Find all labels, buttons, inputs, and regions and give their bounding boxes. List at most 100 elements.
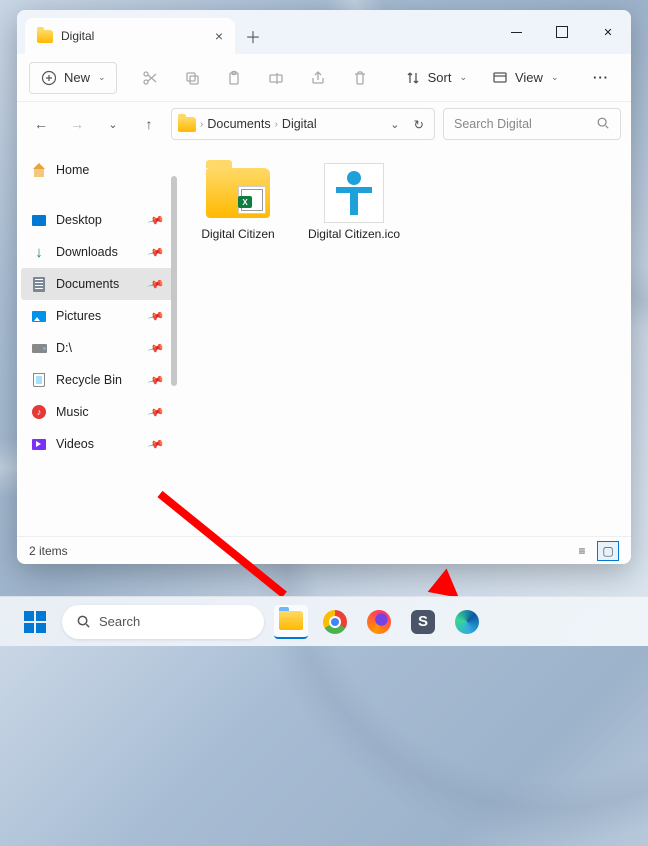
pin-icon: 📌: [147, 403, 165, 421]
pin-icon: 📌: [147, 211, 165, 229]
copy-button[interactable]: [173, 62, 211, 94]
downloads-icon: ↓: [31, 244, 47, 260]
sort-button[interactable]: Sort ⌄: [394, 62, 477, 94]
back-button[interactable]: ←: [27, 110, 55, 138]
file-explorer-window: Digital × ＋ ✕ New ⌄ Sort ⌄: [17, 10, 631, 564]
chevron-down-icon: ⌄: [459, 72, 467, 83]
chevron-down-icon: ⌄: [98, 72, 106, 83]
trash-icon: [351, 69, 369, 87]
close-window-button[interactable]: ✕: [585, 10, 631, 54]
taskbar-edge[interactable]: [450, 605, 484, 639]
ico-file-icon: [318, 164, 390, 222]
paste-button[interactable]: [215, 62, 253, 94]
sort-label: Sort: [428, 70, 452, 85]
view-mode-buttons: ≡ ▢: [571, 541, 619, 561]
sidebar-item-documents[interactable]: Documents 📌: [21, 268, 173, 300]
folder-icon: [178, 117, 196, 132]
sort-icon: [404, 69, 422, 87]
refresh-button[interactable]: ↻: [410, 117, 428, 132]
address-bar[interactable]: › Documents › Digital ⌄ ↻: [171, 108, 435, 140]
scrollbar[interactable]: [171, 176, 177, 386]
pin-icon: 📌: [147, 371, 165, 389]
sidebar-item-downloads[interactable]: ↓ Downloads 📌: [21, 236, 173, 268]
view-button[interactable]: View ⌄: [481, 62, 569, 94]
pin-icon: 📌: [147, 435, 165, 453]
tab-digital[interactable]: Digital ×: [25, 18, 235, 54]
titlebar: Digital × ＋ ✕: [17, 10, 631, 54]
pin-icon: 📌: [147, 243, 165, 261]
music-icon: ♪: [31, 404, 47, 420]
taskbar-search[interactable]: Search: [62, 605, 264, 639]
start-button[interactable]: [18, 605, 52, 639]
sidebar-item-label: Home: [56, 163, 89, 177]
home-icon: [31, 162, 47, 178]
view-icon: [491, 69, 509, 87]
maximize-button[interactable]: [539, 10, 585, 54]
copy-icon: [183, 69, 201, 87]
delete-button[interactable]: [341, 62, 379, 94]
file-pane[interactable]: X Digital Citizen Digital Citizen.ico: [177, 146, 631, 536]
firefox-icon: [367, 610, 391, 634]
drive-icon: [31, 340, 47, 356]
sidebar-item-drive-d[interactable]: D:\ 📌: [21, 332, 173, 364]
address-dropdown[interactable]: ⌄: [384, 118, 405, 131]
breadcrumb-documents[interactable]: Documents: [207, 117, 270, 131]
tab-title: Digital: [61, 29, 207, 43]
new-tab-button[interactable]: ＋: [235, 18, 271, 54]
folder-icon: [37, 30, 53, 43]
new-button[interactable]: New ⌄: [29, 62, 117, 94]
sidebar-item-pictures[interactable]: Pictures 📌: [21, 300, 173, 332]
taskbar-chrome[interactable]: [318, 605, 352, 639]
up-button[interactable]: ↑: [135, 110, 163, 138]
documents-icon: [31, 276, 47, 292]
rename-icon: [267, 69, 285, 87]
sidebar-item-label: Desktop: [56, 213, 102, 227]
forward-button[interactable]: →: [63, 110, 91, 138]
details-view-button[interactable]: ≡: [571, 541, 593, 561]
explorer-body: Home Desktop 📌 ↓ Downloads 📌 Documents 📌…: [17, 146, 631, 536]
sidebar-item-home[interactable]: Home: [21, 154, 173, 186]
rename-button[interactable]: [257, 62, 295, 94]
share-button[interactable]: [299, 62, 337, 94]
share-icon: [309, 69, 327, 87]
file-item-ico[interactable]: Digital Citizen.ico: [307, 164, 401, 242]
chevron-down-icon: ⌄: [551, 72, 559, 83]
sidebar-item-videos[interactable]: Videos 📌: [21, 428, 173, 460]
file-label: Digital Citizen: [201, 227, 274, 242]
chevron-right-icon: ›: [275, 119, 278, 130]
status-bar: 2 items ≡ ▢: [17, 536, 631, 564]
sidebar-item-label: Music: [56, 405, 89, 419]
search-icon: [596, 116, 610, 133]
close-tab-icon[interactable]: ×: [215, 28, 223, 44]
taskbar-sogou[interactable]: S: [406, 605, 440, 639]
file-item-folder[interactable]: X Digital Citizen: [191, 164, 285, 242]
sidebar-item-desktop[interactable]: Desktop 📌: [21, 204, 173, 236]
window-controls: ✕: [493, 10, 631, 54]
taskbar-file-explorer[interactable]: [274, 605, 308, 639]
view-label: View: [515, 70, 543, 85]
toolbar: New ⌄ Sort ⌄ View ⌄ ···: [17, 54, 631, 102]
sidebar-item-label: Videos: [56, 437, 94, 451]
pin-icon: 📌: [147, 339, 165, 357]
taskbar-firefox[interactable]: [362, 605, 396, 639]
cut-button[interactable]: [131, 62, 169, 94]
desktop-icon: [31, 212, 47, 228]
search-label: Search: [99, 614, 140, 629]
sidebar-item-label: D:\: [56, 341, 72, 355]
sidebar-item-recycle-bin[interactable]: Recycle Bin 📌: [21, 364, 173, 396]
sidebar: Home Desktop 📌 ↓ Downloads 📌 Documents 📌…: [17, 146, 177, 536]
more-button[interactable]: ···: [583, 62, 619, 94]
recent-button[interactable]: ⌄: [99, 110, 127, 138]
breadcrumb-digital[interactable]: Digital: [282, 117, 317, 131]
folder-icon: X: [202, 164, 274, 222]
plus-circle-icon: [40, 69, 58, 87]
pin-icon: 📌: [147, 307, 165, 325]
minimize-button[interactable]: [493, 10, 539, 54]
sidebar-item-label: Pictures: [56, 309, 101, 323]
recycle-bin-icon: [31, 372, 47, 388]
edge-icon: [455, 610, 479, 634]
sidebar-item-music[interactable]: ♪ Music 📌: [21, 396, 173, 428]
taskbar: Search S: [0, 596, 648, 646]
icons-view-button[interactable]: ▢: [597, 541, 619, 561]
search-input[interactable]: Search Digital: [443, 108, 621, 140]
